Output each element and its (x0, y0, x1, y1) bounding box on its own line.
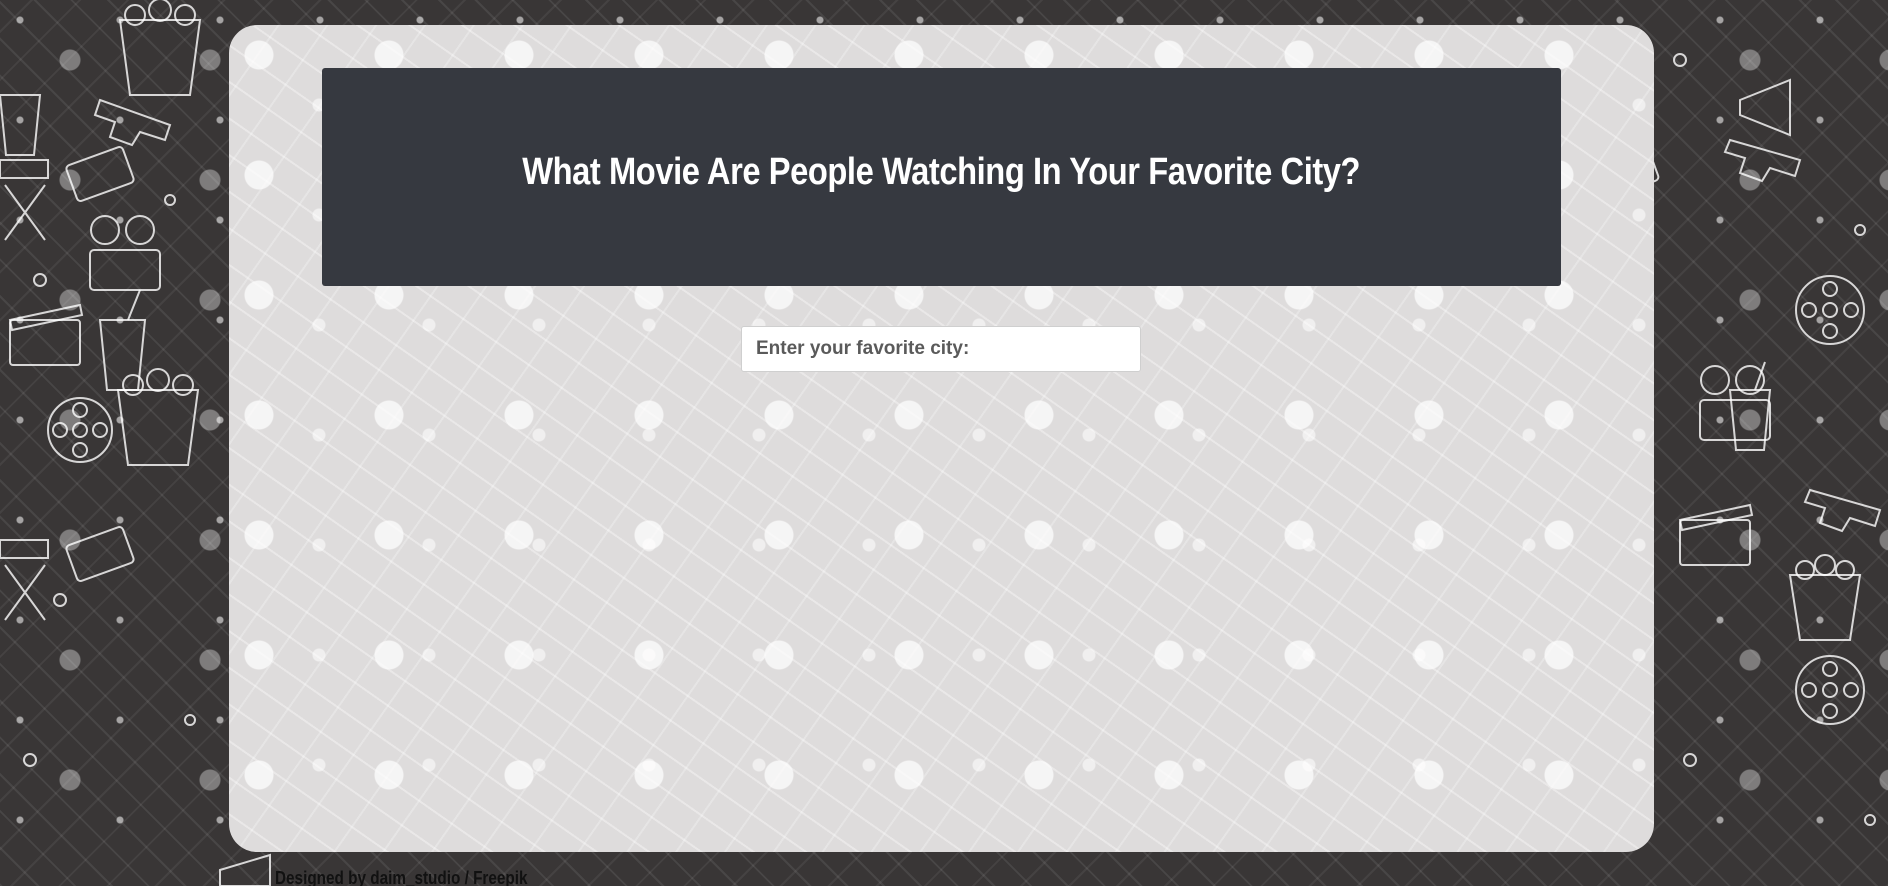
3d-glasses-icon (93, 98, 172, 147)
footer-credit: Designed by daim_studio / Freepik (275, 868, 528, 886)
clapperboard-icon (8, 303, 84, 366)
popcorn-icon (118, 0, 202, 96)
film-reel-icon (1795, 655, 1865, 725)
megaphone-icon (1739, 78, 1791, 137)
director-chair-icon (0, 539, 49, 621)
megaphone-icon (219, 853, 271, 886)
clapperboard-icon (1678, 503, 1754, 566)
3d-glasses-icon (1723, 138, 1802, 183)
ticket-icon (65, 526, 135, 582)
soda-cup-icon (98, 289, 147, 391)
popcorn-icon (1788, 554, 1862, 641)
soda-cup-icon (0, 94, 42, 156)
director-chair-icon (0, 159, 49, 241)
page-title: What Movie Are People Watching In Your F… (522, 150, 1361, 193)
3d-glasses-icon (1803, 488, 1882, 533)
city-search-input[interactable] (741, 326, 1141, 372)
main-card: What Movie Are People Watching In Your F… (229, 25, 1654, 852)
ticket-icon (65, 146, 135, 202)
film-reel-icon (47, 397, 113, 463)
movie-camera-icon (89, 215, 161, 291)
popcorn-icon (116, 368, 200, 466)
header-banner: What Movie Are People Watching In Your F… (322, 68, 1561, 286)
film-reel-icon (1795, 275, 1865, 345)
